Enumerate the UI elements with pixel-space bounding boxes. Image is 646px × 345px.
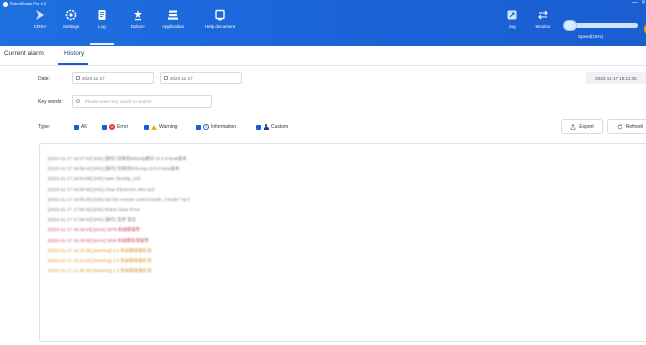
- checkbox-checked-icon[interactable]: [256, 124, 261, 130]
- refresh-button-label: Refresh: [625, 123, 644, 130]
- app-title: RobotStudio Pro 4.5: [3, 1, 46, 7]
- speed-control: Speed(15%): [560, 9, 646, 41]
- robot-icon: [132, 9, 144, 21]
- current-time-display: 2023-11-17 18:12:35: [586, 72, 646, 84]
- type-filter-label: Warning: [159, 124, 178, 130]
- end-date-picker[interactable]: 2023-11-17: [160, 72, 242, 84]
- document-icon: [96, 9, 108, 21]
- alarm-tabs: Current alarm History: [0, 46, 646, 66]
- speed-slider-handle[interactable]: [563, 20, 577, 31]
- toolbar-item-label: Application: [161, 24, 184, 29]
- export-icon: [570, 123, 576, 130]
- log-entry-warning: [2023-11-17 12:45:30] [warning] 1:3 机械臂碰…: [48, 268, 152, 274]
- close-button[interactable]: ✕: [641, 0, 646, 6]
- toolbar-item-label: Help document: [204, 24, 236, 29]
- keywords-search-input[interactable]: [72, 95, 212, 108]
- type-filter-custom[interactable]: Custom: [256, 123, 288, 131]
- calendar-icon: [164, 76, 168, 80]
- gear-icon: [65, 9, 77, 21]
- warning-icon: [151, 124, 157, 130]
- error-icon: ×: [109, 124, 115, 130]
- checkbox-checked-icon[interactable]: [74, 124, 79, 130]
- log-entry-info: [2023-11-17 17:56:20] [info] [操作] 急停 复位: [48, 217, 137, 223]
- type-filter-label: All: [81, 124, 87, 130]
- log-entry-info: [2023-11-17 16:06:42] [info] [操作] 切换到DHL…: [48, 166, 180, 172]
- type-label: Type:: [38, 124, 51, 130]
- cursor-icon: [34, 9, 46, 21]
- app-logo-icon: [3, 1, 8, 7]
- date-range-separator: -: [156, 75, 158, 81]
- log-entry-info: [2023-11-17 16:00:26] [info] Set the rem…: [48, 196, 190, 202]
- speed-label: Speed(15%): [578, 34, 604, 39]
- app-title-text: RobotStudio Pro 4.5: [10, 1, 47, 6]
- toolbar-item-log[interactable]: Log: [82, 9, 122, 45]
- toolbar-item-label: CRSA: [33, 24, 47, 29]
- log-entry-info: [2023-11-17 16:00:45] [info] Clear Elect…: [48, 186, 155, 192]
- monitor-icon: [537, 9, 549, 21]
- start-date-picker[interactable]: 2023-11-17: [72, 72, 154, 84]
- type-filter-error[interactable]: × Error: [102, 123, 128, 131]
- toolbar-item-label: Dobot+: [130, 24, 146, 29]
- toolbar-item-help-document[interactable]: Help document: [200, 9, 240, 41]
- toolbar-item-label: Settings: [62, 24, 80, 29]
- start-date-value: 2023-11-17: [82, 75, 105, 81]
- information-icon: i: [203, 124, 209, 130]
- toolbar-item-label: Jog: [508, 24, 516, 29]
- toolbar-item-application[interactable]: Application: [153, 9, 193, 41]
- export-button[interactable]: Export: [561, 119, 603, 134]
- export-button-label: Export: [579, 123, 594, 130]
- checkbox-checked-icon[interactable]: [144, 124, 149, 130]
- log-entry-warning: [2023-11-17 16:12:22] [warning] 1:6 机械臂碰…: [48, 258, 152, 263]
- checkbox-checked-icon[interactable]: [196, 124, 201, 130]
- refresh-icon: [617, 123, 623, 129]
- toolbar-item-label: Monitor: [535, 24, 551, 29]
- tab-history[interactable]: History: [64, 50, 84, 57]
- type-filter-warning[interactable]: Warning: [144, 123, 177, 131]
- log-entry-info: [2023-11-17 17:56:42] [info] Robot Clear…: [48, 207, 140, 212]
- date-label: Date:: [38, 76, 50, 82]
- log-entry-info: [2023-11-17 16:04:58] [info] save: block…: [48, 176, 141, 182]
- keywords-label: Key words:: [38, 99, 63, 105]
- checkbox-checked-icon[interactable]: [102, 124, 107, 130]
- jog-icon: [506, 9, 518, 21]
- current-time-value: 2023-11-17 18:12:35: [595, 75, 637, 81]
- log-entry-info: [2023-11-17 16:07:44] [info] [操作] 切换到dob…: [48, 156, 187, 161]
- tab-current-alarm[interactable]: Current alarm: [4, 50, 44, 57]
- minimize-button[interactable]: —: [632, 0, 638, 6]
- help-document-icon: [214, 9, 226, 21]
- toolbar-item-monitor[interactable]: Monitor: [523, 9, 563, 41]
- application-icon: [167, 9, 179, 21]
- user-icon: [263, 124, 269, 130]
- top-toolbar: RobotStudio Pro 4.5 — ✕ CRSA Settings Lo…: [0, 0, 646, 46]
- refresh-button[interactable]: Refresh: [607, 119, 646, 134]
- active-tab-indicator: [58, 63, 88, 65]
- log-entry-warning: [2023-11-17 16:15:35] [warning] 1:6 机械臂碰…: [48, 247, 152, 253]
- log-entry-error: [2023-11-17 16:19:40] [error] 1834:机械臂处理…: [48, 237, 149, 243]
- toolbar-item-dobot-plus[interactable]: Dobot+: [118, 9, 158, 41]
- type-filter-all[interactable]: All: [74, 123, 87, 131]
- log-history-panel: [2023-11-17 16:07:44] [info] [操作] 切换到dob…: [39, 143, 646, 342]
- type-filter-label: Custom: [271, 124, 289, 130]
- calendar-icon: [76, 76, 80, 80]
- search-icon: [76, 99, 80, 103]
- type-filter-information[interactable]: i Information: [196, 123, 236, 131]
- type-filter-label: Information: [211, 124, 237, 130]
- toolbar-item-label: Log: [98, 24, 106, 29]
- log-entry-error: [2023-11-17 16:19:43] [error] 2076:机械臂报警: [48, 227, 141, 233]
- type-filter-label: Error: [117, 124, 129, 130]
- end-date-value: 2023-11-17: [170, 75, 193, 81]
